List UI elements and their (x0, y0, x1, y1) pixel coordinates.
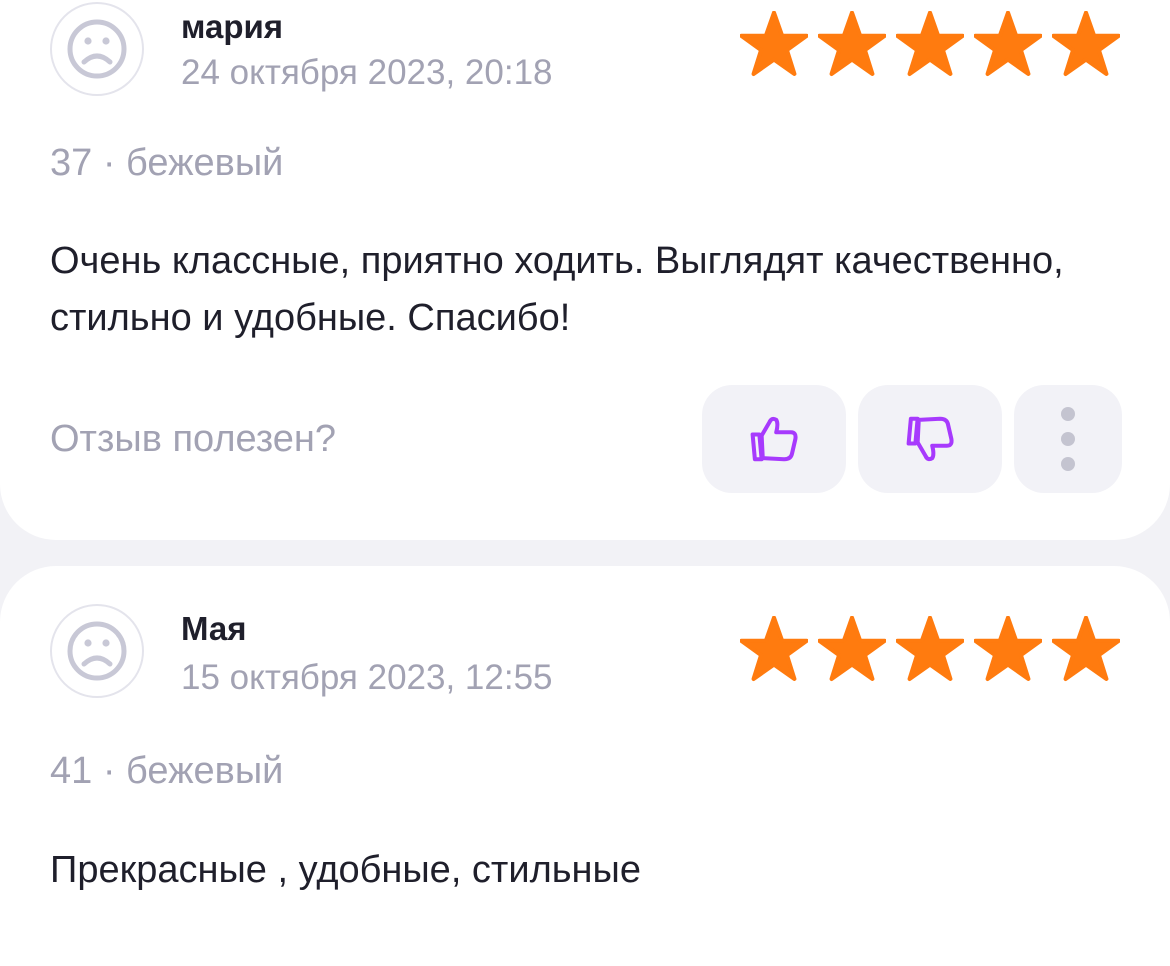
more-options-button[interactable] (1014, 385, 1122, 493)
review-date: 24 октября 2023, 20:18 (181, 53, 553, 92)
review-date: 15 октября 2023, 12:55 (181, 658, 553, 697)
sad-face-avatar-icon (67, 19, 127, 79)
star-icon (818, 11, 886, 76)
thumbs-down-icon (906, 416, 954, 462)
author-name: мария (181, 8, 284, 45)
star-icon (974, 616, 1042, 681)
review-text: Очень классные, приятно ходить. Выглядят… (50, 240, 1064, 339)
review-text: Прекрасные , удобные, стильные (50, 849, 641, 891)
sad-face-avatar-icon (67, 621, 127, 681)
star-icon (1052, 11, 1120, 76)
author-name: Мая (181, 610, 247, 647)
review-card: мария 24 октября 2023, 20:18 37 · бежевы… (0, 0, 1170, 540)
rating-stars (740, 616, 1120, 682)
product-variant: 41 · бежевый (50, 750, 284, 792)
like-button[interactable] (702, 385, 846, 493)
avatar (50, 2, 144, 96)
star-icon (896, 616, 964, 681)
rating-stars (740, 11, 1120, 77)
product-variant: 37 · бежевый (50, 142, 284, 184)
star-icon (740, 11, 808, 76)
avatar (50, 604, 144, 698)
dislike-button[interactable] (858, 385, 1002, 493)
thumbs-up-icon (750, 416, 798, 462)
star-icon (974, 11, 1042, 76)
star-icon (740, 616, 808, 681)
helpful-question: Отзыв полезен? (50, 418, 337, 460)
star-icon (1052, 616, 1120, 681)
more-vertical-icon (1061, 407, 1075, 471)
review-card: Мая 15 октября 2023, 12:55 41 · бежевый … (0, 566, 1170, 966)
star-icon (818, 616, 886, 681)
star-icon (896, 11, 964, 76)
